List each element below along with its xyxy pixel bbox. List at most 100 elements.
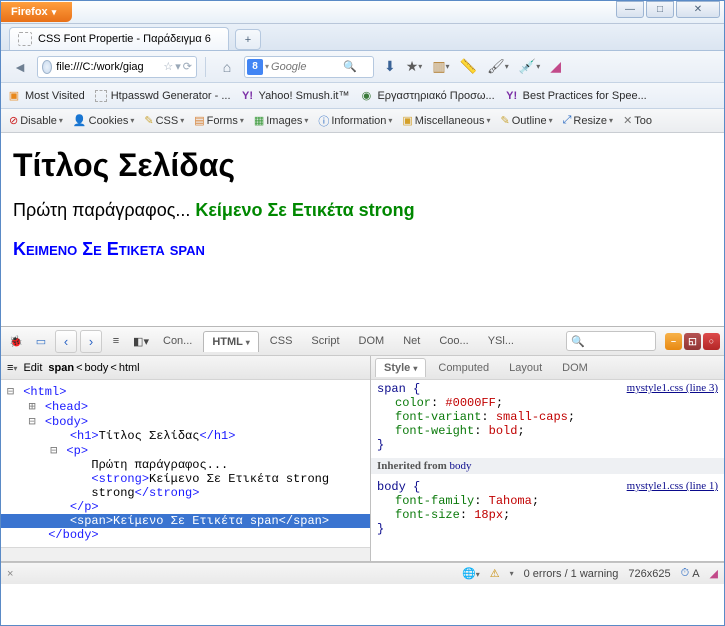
page-span: Κειμενο Σε Ετικετα span (13, 239, 205, 259)
disable-icon: ⊘ (9, 114, 18, 127)
style-tab-computed[interactable]: Computed (430, 359, 497, 377)
css-prop[interactable]: color: #0000FF; (377, 396, 718, 410)
feed-icon: ▣ (7, 89, 21, 103)
firefox-menu-button[interactable]: Firefox ▾ (1, 2, 72, 22)
history-dropdown-icon[interactable]: ▾ (175, 60, 181, 73)
search-go-icon[interactable]: 🔍 (343, 60, 357, 73)
fb-detach-button[interactable]: ◱ (684, 333, 701, 350)
css-rules-panel[interactable]: span { mystyle1.css (line 3) color: #0000… (371, 380, 724, 561)
bookmark-smush[interactable]: Y!Yahoo! Smush.it™ (241, 89, 350, 103)
inspect-icon[interactable]: ▭ (30, 332, 52, 351)
wd-forms[interactable]: ▤Forms▾ (190, 112, 248, 129)
edit-button[interactable]: Edit (23, 362, 42, 374)
split-icon[interactable]: ◧▾ (130, 332, 152, 351)
warning-icon[interactable]: ⚠ (490, 567, 500, 580)
page-h1: Τίτλος Σελίδας (13, 147, 712, 184)
css-prop[interactable]: font-size: 18px; (377, 508, 718, 522)
wd-cookies[interactable]: 👤Cookies▾ (69, 112, 138, 129)
h-scrollbar[interactable] (1, 547, 370, 561)
fb-tab-net[interactable]: Net (395, 331, 428, 351)
back-button[interactable]: ◄ (7, 55, 33, 79)
wd-resize[interactable]: ⤢Resize▾ (559, 112, 617, 129)
breadcrumb[interactable]: span < body < html (48, 362, 139, 374)
fb-tab-yslow[interactable]: YSl... (480, 331, 522, 351)
style-tab-layout[interactable]: Layout (501, 359, 550, 377)
resize-icon: ⤢ (563, 114, 572, 127)
fb-forward-button[interactable]: › (80, 330, 102, 353)
toolbox-icon[interactable]: ▥▾ (432, 58, 449, 75)
selected-node[interactable]: <span>Κείμενο Σε Ετικέτα span</span> (1, 514, 370, 528)
css-prop[interactable]: font-variant: small-caps; (377, 410, 718, 424)
reload-icon[interactable]: ⟳ (183, 60, 192, 73)
html-tree[interactable]: ⊟ <html> ⊞ <head> ⊟ <body> <h1>Τίτλος Σε… (1, 380, 370, 547)
new-tab-button[interactable]: + (235, 29, 261, 50)
window-close-button[interactable]: ✕ (676, 1, 720, 18)
wd-information[interactable]: ⓘInformation▾ (314, 111, 396, 131)
wd-css[interactable]: ✎CSS▾ (140, 112, 188, 129)
wrench-icon: ✕ (623, 114, 632, 127)
paint-icon[interactable]: 🖌▾ (487, 58, 509, 75)
browser-tab[interactable]: CSS Font Propertie - Παράδειγμα 6 (9, 27, 229, 50)
fb-tab-script[interactable]: Script (303, 331, 347, 351)
image-icon: ▦ (254, 114, 264, 127)
fb-tab-console[interactable]: Con... (155, 331, 200, 351)
bookmark-best-practices[interactable]: Y!Best Practices for Spee... (505, 89, 647, 103)
globe-icon: ◉ (359, 89, 373, 103)
rule-brace: } (377, 522, 718, 536)
firebug-icon[interactable]: 🐞 (5, 332, 27, 351)
addon-status-icon[interactable]: ◢ (710, 567, 718, 580)
rule-source-link[interactable]: mystyle1.css (line 1) (627, 480, 718, 494)
person-icon: 👤 (73, 114, 87, 127)
rule-selector[interactable]: span { (377, 382, 420, 396)
globe-status-icon[interactable]: 🌐▾ (462, 567, 480, 580)
style-tab-dom[interactable]: DOM (554, 359, 596, 377)
url-input[interactable] (56, 61, 159, 73)
fb-tab-dom[interactable]: DOM (351, 331, 393, 351)
rule-selector[interactable]: body { (377, 480, 420, 494)
search-field[interactable]: 8 ▾ 🔍 (244, 56, 374, 78)
chevron-down-icon[interactable]: ▾ (265, 62, 269, 71)
window-maximize-button[interactable]: □ (646, 1, 674, 18)
close-x-icon[interactable]: × (7, 568, 13, 580)
eyedropper-icon[interactable]: 💉▾ (519, 58, 540, 75)
fb-tab-css[interactable]: CSS (262, 331, 301, 351)
bookmark-menu-icon[interactable]: ★▾ (406, 58, 423, 75)
inherited-src-link[interactable]: body (450, 460, 472, 472)
download-icon[interactable]: ⬇ (384, 58, 396, 75)
wd-outline[interactable]: ✎Outline▾ (497, 112, 557, 129)
home-button[interactable]: ⌂ (214, 55, 240, 79)
lines-icon[interactable]: ≡ (105, 332, 127, 350)
ruler-icon[interactable]: 📏 (460, 58, 477, 75)
fb-close-button[interactable]: ○ (703, 333, 720, 350)
wd-disable[interactable]: ⊘Disable▾ (5, 112, 67, 129)
fb-minimize-button[interactable]: – (665, 333, 682, 350)
globe-icon (42, 60, 52, 74)
window-minimize-button[interactable]: — (616, 1, 644, 18)
errors-text[interactable]: 0 errors / 1 warning (524, 568, 619, 580)
wd-tools[interactable]: ✕Too (619, 112, 656, 129)
bookmark-most-visited[interactable]: ▣Most Visited (7, 89, 85, 103)
css-prop[interactable]: font-family: Tahoma; (377, 494, 718, 508)
addon-icon[interactable]: ◢ (550, 58, 561, 75)
star-icon[interactable]: ☆ (163, 60, 173, 73)
yslow-badge[interactable]: ⏱A (681, 567, 700, 580)
bookmark-htpasswd[interactable]: Htpasswd Generator - ... (95, 90, 231, 102)
page-p1: Πρώτη παράγραφος... Κείμενο Σε Ετικέτα s… (13, 200, 712, 221)
rule-source-link[interactable]: mystyle1.css (line 3) (627, 382, 718, 396)
form-icon: ▤ (194, 114, 204, 127)
search-provider-icon[interactable]: 8 (247, 59, 263, 75)
search-input[interactable] (271, 61, 341, 73)
bookmark-lab[interactable]: ◉Εργαστηριακό Προσω... (359, 89, 494, 103)
tab-title: CSS Font Propertie - Παράδειγμα 6 (38, 33, 211, 45)
yahoo-icon: Y! (241, 89, 255, 103)
wd-miscellaneous[interactable]: ▣Miscellaneous▾ (398, 112, 494, 129)
fb-back-button[interactable]: ‹ (55, 330, 77, 353)
fb-tab-cookies[interactable]: Coo... (431, 331, 476, 351)
fb-search-input[interactable]: 🔍 (566, 331, 656, 351)
wd-images[interactable]: ▦Images▾ (250, 112, 313, 129)
url-field[interactable]: ☆ ▾ ⟳ (37, 56, 197, 78)
css-prop[interactable]: font-weight: bold; (377, 424, 718, 438)
fb-tab-html[interactable]: HTML ▾ (203, 331, 258, 352)
menu-icon[interactable]: ≡▾ (7, 362, 17, 374)
style-tab-style[interactable]: Style ▾ (375, 358, 426, 377)
